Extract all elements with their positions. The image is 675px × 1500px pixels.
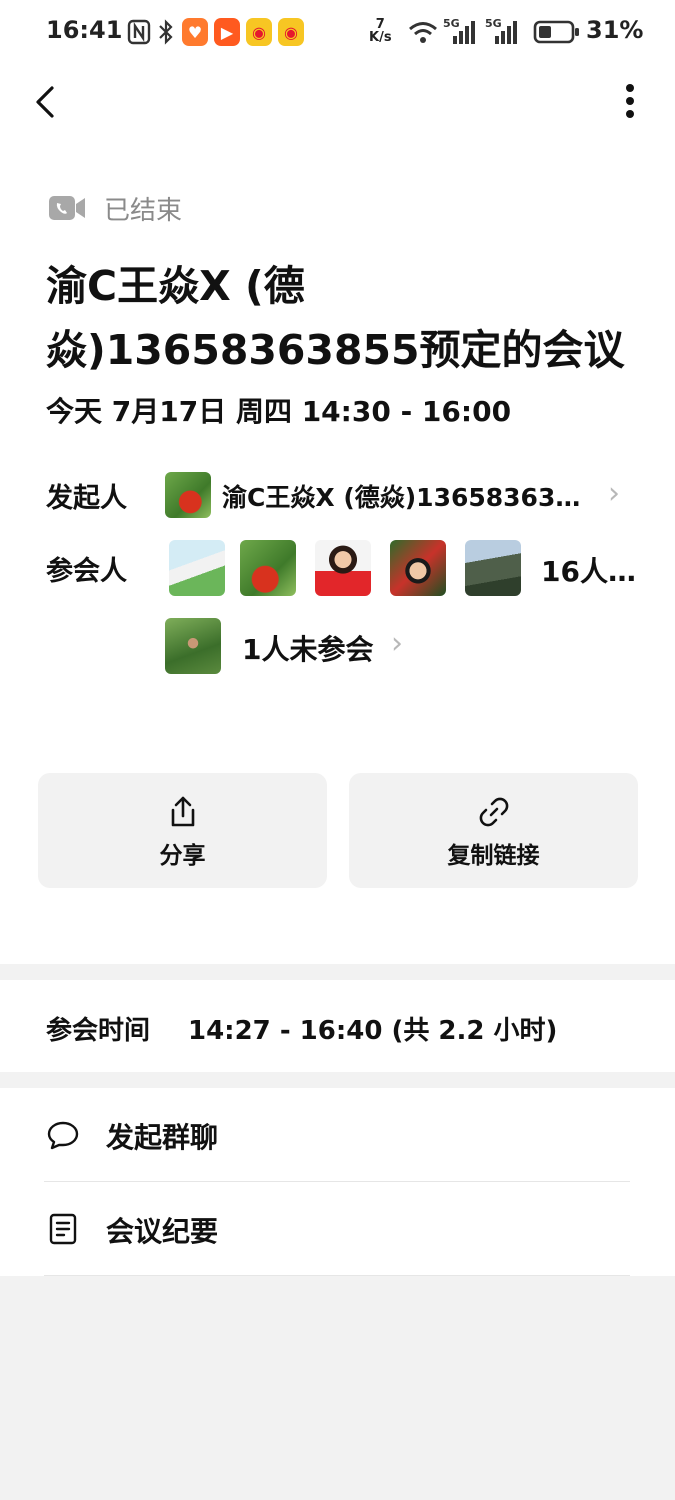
chevron-right-icon: › [391, 626, 403, 661]
avatar [465, 540, 521, 596]
organizer-row[interactable]: 渝C王焱X (德焱)13658363855 › [160, 466, 640, 526]
meeting-actions-list: 发起群聊 会议纪要 [0, 1088, 675, 1276]
share-icon [171, 796, 194, 827]
organizer-avatar [165, 472, 211, 518]
meeting-title: 渝C王焱X (德焱)13658363855预定的会议 [46, 262, 625, 374]
share-button[interactable]: 分享 [38, 773, 327, 888]
battery-percent: 31% [586, 16, 644, 44]
chevron-right-icon: › [608, 476, 620, 511]
signal-icon [453, 21, 475, 44]
weibo-app-icon: ◉ [278, 18, 304, 46]
attendance-time-label: 参会时间 [46, 1016, 151, 1046]
status-bar: 16:41 ♥ ▶ ◉ ◉ 7 K/s 5G 5G 31% [0, 0, 675, 64]
heart-shield-app-icon: ♥ [182, 18, 208, 46]
share-button-label: 分享 [159, 843, 206, 869]
divider [44, 1275, 630, 1276]
back-arrow-icon[interactable] [28, 80, 68, 124]
meeting-datetime: 今天 7月17日 周四 14:30 - 16:00 [46, 395, 512, 428]
avatar [315, 540, 371, 596]
avatar [240, 540, 296, 596]
network-speed-unit: K/s [369, 30, 392, 45]
bluetooth-icon [159, 19, 173, 45]
battery-icon [533, 20, 579, 44]
network-speed: 7 K/s [369, 18, 392, 44]
participants-label: 参会人 [46, 556, 127, 587]
meeting-state: 已结束 [48, 190, 182, 226]
signal-icon [495, 21, 517, 44]
wifi-icon [409, 22, 437, 43]
link-icon [479, 797, 508, 827]
copy-link-button-label: 复制链接 [447, 843, 540, 869]
chat-bubble-icon [47, 1121, 79, 1150]
group-chat-item[interactable]: 发起群聊 [0, 1088, 675, 1181]
joined-count: 16人已参会 [541, 555, 661, 588]
participants-row[interactable]: 16人已参会 [165, 540, 665, 598]
organizer-label: 发起人 [46, 483, 127, 514]
kuaishou-app-icon: ▶ [214, 18, 240, 46]
avatar [169, 540, 225, 596]
avatar [390, 540, 446, 596]
avatar [165, 618, 221, 674]
attendance-time-section: 参会时间 14:27 - 16:40 (共 2.2 小时) [0, 980, 675, 1072]
absent-count: 1人未参会 [242, 633, 374, 666]
status-time: 16:41 [46, 16, 123, 44]
more-options-icon[interactable] [612, 80, 648, 124]
meeting-status-label: 已结束 [104, 195, 183, 226]
document-icon [49, 1213, 77, 1245]
meeting-minutes-item[interactable]: 会议纪要 [0, 1182, 675, 1275]
meeting-minutes-label: 会议纪要 [106, 1215, 219, 1248]
copy-link-button[interactable]: 复制链接 [349, 773, 638, 888]
weibo-app-icon: ◉ [246, 18, 272, 46]
group-chat-label: 发起群聊 [106, 1121, 219, 1154]
video-camera-icon [49, 196, 85, 220]
organizer-name: 渝C王焱X (德焱)13658363855 [222, 483, 592, 512]
attendance-time-value: 14:27 - 16:40 (共 2.2 小时) [188, 1016, 558, 1046]
absent-row[interactable]: 1人未参会 › [165, 618, 425, 676]
nfc-icon [127, 19, 151, 45]
